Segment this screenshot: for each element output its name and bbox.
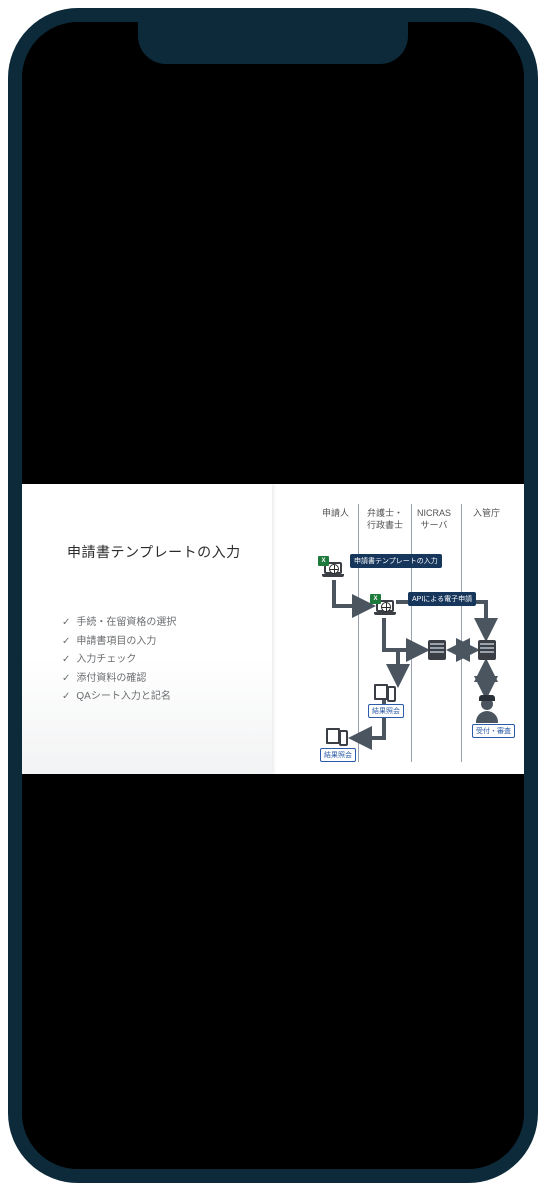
check-icon: ✓ bbox=[62, 670, 70, 689]
phone-screen: 申請書テンプレートの入力 ✓ 手続・在留資格の選択 ✓ 申請書項目の入力 ✓ 入力チェ… bbox=[22, 22, 524, 1169]
swimlane-divider bbox=[461, 504, 462, 762]
document-phone-icon bbox=[326, 728, 348, 746]
checklist-label: QAシート入力と記名 bbox=[76, 688, 170, 707]
checklist-item: ✓ 手続・在留資格の選択 bbox=[62, 614, 176, 633]
checklist: ✓ 手続・在留資格の選択 ✓ 申請書項目の入力 ✓ 入力チェック ✓ 添付資料の確認 ✓… bbox=[62, 614, 176, 707]
check-icon: ✓ bbox=[62, 688, 70, 707]
slide-left-panel: 申請書テンプレートの入力 ✓ 手続・在留資格の選択 ✓ 申請書項目の入力 ✓ 入力チェ… bbox=[22, 484, 272, 774]
check-icon: ✓ bbox=[62, 633, 70, 652]
flow-tag-review: 受付・審査 bbox=[472, 724, 515, 738]
server-icon bbox=[428, 640, 446, 660]
globe-icon bbox=[381, 602, 391, 612]
swimlane-header-immigration: 入管庁 bbox=[473, 508, 500, 520]
slide-title: 申請書テンプレートの入力 bbox=[67, 542, 241, 562]
swimlane-header-lawyer: 弁護士・ 行政書士 bbox=[367, 508, 403, 531]
checklist-label: 申請書項目の入力 bbox=[76, 633, 156, 652]
flow-tag-api-submit: APIによる電子申請 bbox=[408, 592, 476, 606]
checklist-item: ✓ 入力チェック bbox=[62, 651, 176, 670]
swimlane-header-applicant: 申請人 bbox=[322, 508, 349, 520]
checklist-item: ✓ 申請書項目の入力 bbox=[62, 633, 176, 652]
checklist-label: 入力チェック bbox=[76, 651, 136, 670]
checklist-item: ✓ 添付資料の確認 bbox=[62, 670, 176, 689]
swimlane-header-server: NICRAS サーバ bbox=[417, 508, 451, 531]
checklist-label: 添付資料の確認 bbox=[76, 670, 146, 689]
phone-frame: 申請書テンプレートの入力 ✓ 手続・在留資格の選択 ✓ 申請書項目の入力 ✓ 入力チェ… bbox=[8, 8, 538, 1183]
presentation-slide: 申請書テンプレートの入力 ✓ 手続・在留資格の選択 ✓ 申請書項目の入力 ✓ 入力チェ… bbox=[22, 484, 524, 774]
swimlane-divider bbox=[411, 504, 412, 762]
officer-icon bbox=[476, 698, 498, 722]
globe-icon bbox=[329, 564, 339, 574]
flow-tag-result-lawyer: 結果照会 bbox=[368, 704, 404, 718]
phone-notch bbox=[138, 22, 408, 64]
check-icon: ✓ bbox=[62, 614, 70, 633]
excel-badge-icon: X bbox=[318, 556, 329, 566]
swimlane-divider bbox=[358, 504, 359, 762]
slide-diagram-panel: 申請人 弁護士・ 行政書士 NICRAS サーバ 入管庁 bbox=[280, 484, 524, 774]
check-icon: ✓ bbox=[62, 651, 70, 670]
server-icon bbox=[478, 640, 496, 660]
checklist-item: ✓ QAシート入力と記名 bbox=[62, 688, 176, 707]
document-phone-icon bbox=[374, 684, 396, 702]
excel-badge-icon: X bbox=[370, 594, 381, 604]
checklist-label: 手続・在留資格の選択 bbox=[76, 614, 176, 633]
flow-tag-template-input: 申請書テンプレートの入力 bbox=[350, 554, 442, 568]
flow-tag-result-applicant: 結果照会 bbox=[320, 748, 356, 762]
